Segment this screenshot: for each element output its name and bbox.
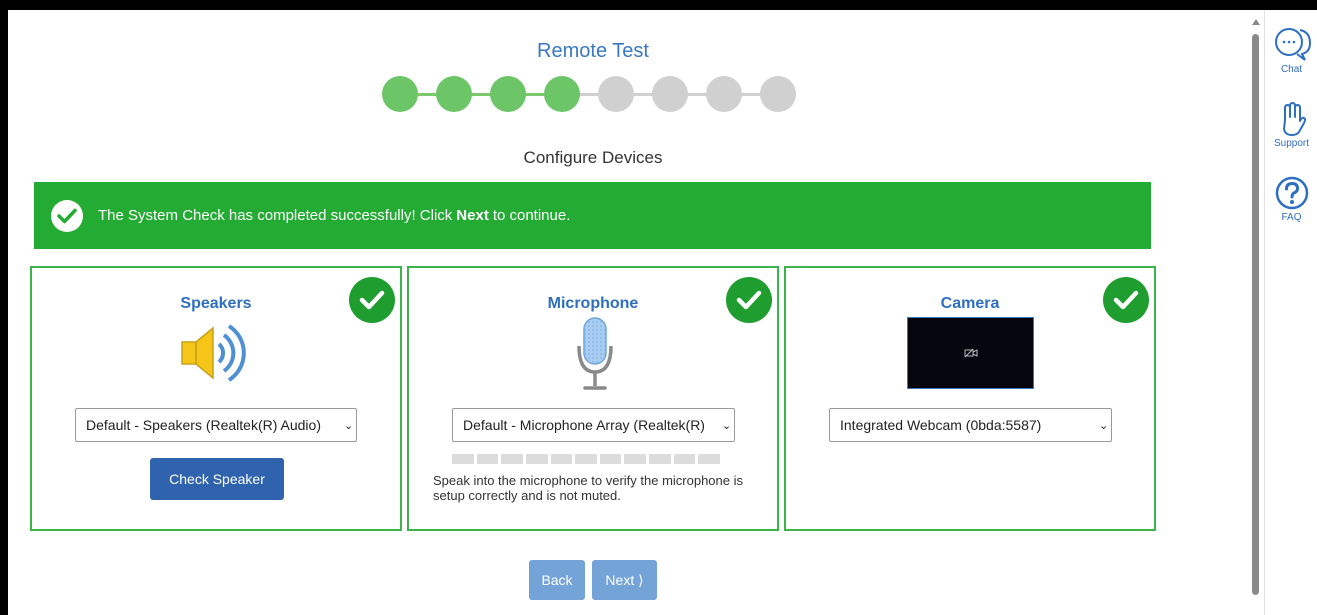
scrollbar-thumb[interactable] [1252,34,1259,595]
banner-text-end: to continue. [492,207,571,224]
raised-hand-icon [1282,102,1306,136]
right-rail: Chat Support FAQ [1264,10,1317,615]
meter-segment [525,454,548,464]
page-title: Remote Test [537,40,649,62]
faq-button[interactable]: FAQ [1265,176,1317,223]
back-button[interactable]: Back [529,560,585,600]
meter-segment [575,454,597,464]
step-pending [598,76,634,112]
check-speaker-button[interactable]: Check Speaker [150,458,284,500]
microphone-heading: Microphone [547,295,639,312]
step-pending [652,76,688,112]
meter-segment [673,454,696,464]
camera-card: Camera Integrated Webcam (0bda:5587) ⌄ [784,266,1156,531]
camera-select[interactable]: Integrated Webcam (0bda:5587) [829,408,1112,442]
camera-off-icon [964,348,977,358]
check-badge-icon [349,277,395,323]
support-label: Support [1273,138,1310,149]
meter-segment [599,454,622,464]
meter-segment [550,454,573,464]
meter-segment [624,454,647,464]
meter-segment [698,454,721,464]
progress-stepper [382,74,812,114]
stepper-connector [470,93,492,96]
microphone-hint: Speak into the microphone to verify the … [433,473,744,503]
success-banner: The System Check has completed successfu… [34,182,1151,249]
check-circle-icon [51,199,83,232]
microphone-select[interactable]: Default - Microphone Array (Realtek(R) [452,408,735,442]
scroll-up-arrow-icon[interactable] [1252,19,1260,25]
app-window: Remote Test Configure Devices The System… [8,10,1317,615]
next-button[interactable]: Next ⟩ [592,560,657,600]
check-badge-icon [1103,277,1149,323]
question-circle-icon [1275,176,1308,210]
chat-icon [1274,28,1311,61]
chat-label: Chat [1280,64,1303,75]
step-complete [544,76,580,112]
section-title: Configure Devices [523,148,663,167]
speakers-card: Speakers Default - Speakers (Realtek(R) … [30,266,402,531]
step-pending [706,76,742,112]
microphone-icon [575,316,615,397]
check-badge-icon [726,277,772,323]
stepper-connector [740,93,762,96]
microphone-level-meter [452,454,721,464]
stepper-connector [578,93,600,96]
step-pending [760,76,796,112]
speaker-select[interactable]: Default - Speakers (Realtek(R) Audio) [75,408,357,442]
support-button[interactable]: Support [1265,102,1317,149]
step-complete [436,76,472,112]
banner-bold-text: Next [456,207,489,224]
stepper-connector [416,93,438,96]
faq-label: FAQ [1281,212,1302,223]
camera-preview [907,317,1034,389]
speakers-heading: Speakers [180,295,252,312]
stepper-connector [632,93,654,96]
meter-segment [649,454,671,464]
step-complete [382,76,418,112]
stepper-connector [524,93,546,96]
meter-segment [476,454,499,464]
meter-segment [501,454,523,464]
camera-heading: Camera [940,295,1000,312]
scrollbar[interactable] [1249,10,1263,615]
stepper-connector [686,93,708,96]
banner-text: The System Check has completed successfu… [98,207,453,224]
microphone-card: Microphone Default - Microphone Array (R… [407,266,779,531]
chat-button[interactable]: Chat [1265,26,1317,75]
speaker-icon [177,318,257,395]
step-complete [490,76,526,112]
meter-segment [452,454,474,464]
